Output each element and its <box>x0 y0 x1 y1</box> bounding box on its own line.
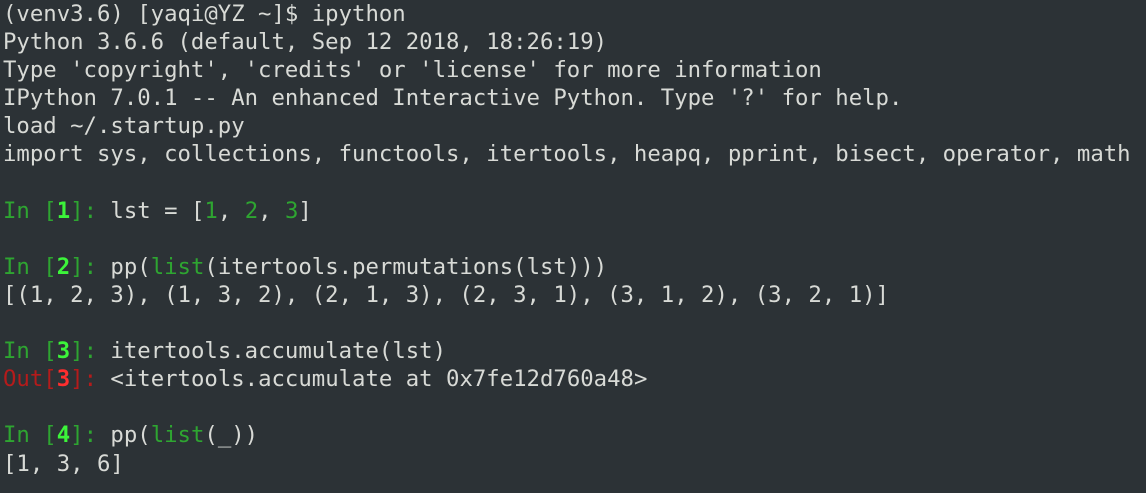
in-prompt-close: ]: <box>70 197 111 224</box>
number-literal: 1 <box>204 197 218 224</box>
shell-prompt-line: (venv3.6) [yaqi@YZ ~]$ ipython <box>3 1 406 27</box>
in-prompt-close: ]: <box>70 338 111 365</box>
banner-line: Type 'copyright', 'credits' or 'license'… <box>3 57 822 84</box>
code-text: pp( <box>110 253 151 280</box>
banner-line: load ~/.startup.py <box>3 113 245 140</box>
output-line-2: [(1, 2, 3), (1, 3, 2), (2, 1, 3), (2, 3,… <box>3 281 889 308</box>
number-literal: 2 <box>244 197 259 224</box>
code-text: (_)) <box>204 422 259 449</box>
banner-line: Python 3.6.6 (default, Sep 12 2018, 18:2… <box>3 29 608 56</box>
code-text: (itertools.permutations(lst))) <box>204 253 608 280</box>
input-line-2[interactable]: In [2]: pp(list(itertools.permutations(l… <box>3 253 1143 281</box>
code-text: lst = [ <box>110 197 205 224</box>
in-prompt-label: In [ <box>3 422 57 449</box>
output-line-3: Out[3]: <itertools.accumulate at 0x7fe12… <box>3 365 1143 393</box>
input-line-3[interactable]: In [3]: itertools.accumulate(lst) <box>3 337 1143 365</box>
terminal-window[interactable]: (venv3.6) [yaqi@YZ ~]$ ipython Python 3.… <box>3 0 1143 493</box>
out-prompt-close: ]: <box>70 366 111 393</box>
in-prompt-number: 3 <box>56 338 71 365</box>
in-prompt-close: ]: <box>70 253 111 280</box>
in-prompt-label: In [ <box>3 338 57 365</box>
code-text: , <box>258 197 285 224</box>
in-prompt-number: 4 <box>56 422 71 449</box>
code-text: itertools.accumulate(lst) <box>110 338 447 365</box>
out-prompt-number: 3 <box>56 366 71 393</box>
out-prompt-label: Out[ <box>3 366 57 393</box>
output-text: <itertools.accumulate at 0x7fe12d760a48> <box>110 366 648 393</box>
in-prompt-label: In [ <box>3 253 57 280</box>
builtin-name: list <box>150 422 205 449</box>
input-line-4[interactable]: In [4]: pp(list(_)) <box>3 421 1143 449</box>
in-prompt-number: 2 <box>56 253 71 280</box>
code-text: pp( <box>110 422 151 449</box>
code-text: , <box>217 197 245 224</box>
in-prompt-number: 1 <box>56 197 71 224</box>
in-prompt-label: In [ <box>3 197 57 224</box>
builtin-name: list <box>150 253 205 280</box>
banner-line: IPython 7.0.1 -- An enhanced Interactive… <box>3 85 903 112</box>
banner-line: import sys, collections, functools, iter… <box>3 141 1131 168</box>
output-line-4: [1, 3, 6] <box>3 450 124 477</box>
input-line-1[interactable]: In [1]: lst = [1, 2, 3] <box>3 197 1143 225</box>
in-prompt-close: ]: <box>70 422 111 449</box>
number-literal: 3 <box>284 197 299 224</box>
code-text: ] <box>298 197 312 224</box>
